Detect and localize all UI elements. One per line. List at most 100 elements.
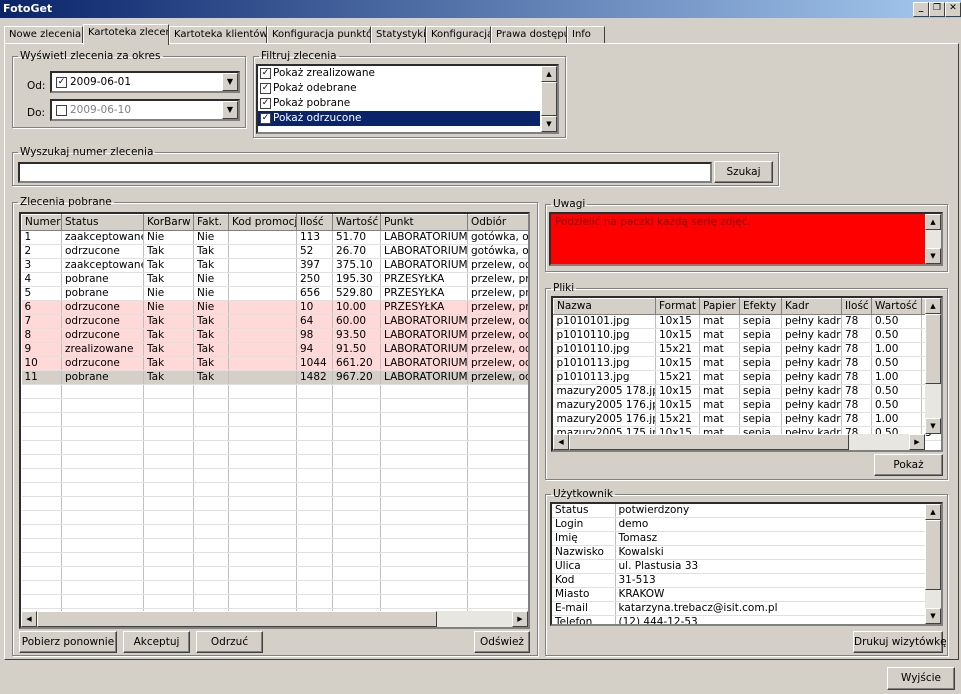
orders-column-header[interactable]: Kod promocji <box>228 214 297 231</box>
table-row[interactable]: p1010110.jpg 15x21 mat sepia pełny kadr 78 1.0… <box>553 342 941 357</box>
list-item[interactable]: Nazwisko Kowalski <box>552 545 928 560</box>
tab-7[interactable]: Info <box>567 26 605 44</box>
table-row[interactable]: 1 zaakceptowane Nie Nie 113 51.70 LABORATORIUM… <box>21 230 528 245</box>
refresh-view-button[interactable]: Odśwież <box>474 631 530 653</box>
minimize-button[interactable]: _ <box>913 2 929 17</box>
orders-column-header[interactable]: Odbiór <box>467 214 528 231</box>
list-item[interactable]: E-mail katarzyna.trebacz@isit.com.pl <box>552 601 928 616</box>
tab-0[interactable]: Nowe zlecenia <box>4 26 83 44</box>
search-button[interactable]: Szukaj <box>714 161 773 183</box>
orders-column-header[interactable]: Wartość <box>332 214 381 231</box>
scroll-down-icon[interactable]: ▼ <box>925 418 941 434</box>
tab-3[interactable]: Konfiguracja punktów <box>267 26 371 44</box>
scroll-up-icon[interactable]: ▲ <box>925 214 941 230</box>
scroll-thumb[interactable] <box>569 434 849 450</box>
scroll-thumb[interactable] <box>541 82 557 116</box>
filter-item[interactable]: ✓ Pokaż odebrane <box>258 81 540 96</box>
scroll-left-icon[interactable]: ◀ <box>21 611 37 627</box>
table-row[interactable]: p1010113.jpg 15x21 mat sepia pełny kadr 78 1.0… <box>553 370 941 385</box>
orders-column-header[interactable]: Numer <box>21 214 62 231</box>
list-item[interactable]: Status potwierdzony <box>552 504 928 518</box>
files-column-header[interactable]: Kadr <box>781 298 842 315</box>
from-date-picker[interactable]: ✓ 2009-06-01 ▼ <box>50 71 240 93</box>
list-item[interactable]: Login demo <box>552 517 928 532</box>
notes-box[interactable]: Podzielić na paczki każdą serię zdjęć. ▲… <box>549 212 943 266</box>
table-row[interactable]: mazury2005 178.jpg 10x15 mat sepia pełny kad… <box>553 384 941 399</box>
scroll-right-icon[interactable]: ▶ <box>909 434 925 450</box>
table-row[interactable]: 9 zrealizowane Tak Tak 94 91.50 LABORATORIUM pr… <box>21 342 528 357</box>
files-column-header[interactable]: Format <box>655 298 700 315</box>
scroll-down-icon[interactable]: ▼ <box>541 116 557 132</box>
filter-item[interactable]: ✓ Pokaż pobrane <box>258 96 540 111</box>
scroll-left-icon[interactable]: ◀ <box>553 434 569 450</box>
scroll-right-icon[interactable]: ▶ <box>512 611 528 627</box>
table-row[interactable]: 2 odrzucone Tak Tak 52 26.70 LABORATORIUM gotów… <box>21 244 528 259</box>
user-vscrollbar[interactable]: ▲ ▼ <box>925 504 941 624</box>
scroll-down-icon[interactable]: ▼ <box>925 248 941 264</box>
files-column-header[interactable]: Papier <box>699 298 740 315</box>
files-vscrollbar[interactable]: ▲ ▼ <box>925 298 941 434</box>
table-row[interactable]: 7 odrzucone Tak Tak 64 60.00 LABORATORIUM przel… <box>21 314 528 329</box>
table-row[interactable]: 6 odrzucone Nie Nie 10 10.00 PRZESYŁKA przelew,… <box>21 300 528 315</box>
exit-button[interactable]: Wyjście <box>887 667 955 690</box>
list-item[interactable]: Miasto KRAKÓW <box>552 587 928 602</box>
tab-4[interactable]: Statystyki <box>371 26 426 44</box>
scroll-down-icon[interactable]: ▼ <box>925 608 941 624</box>
orders-column-header[interactable]: Fakt. <box>193 214 229 231</box>
show-file-button[interactable]: Pokaż <box>874 454 943 476</box>
filter-item[interactable]: ✓ Pokaż odrzucone <box>258 111 540 126</box>
list-item[interactable]: Telefon (12) 444-12-53 <box>552 615 928 624</box>
print-card-button[interactable]: Drukuj wizytówkę <box>853 631 947 653</box>
list-item[interactable]: Kod 31-513 <box>552 573 928 588</box>
filter-scrollbar[interactable]: ▲ ▼ <box>541 66 557 132</box>
filter-checkbox[interactable]: ✓ <box>260 67 271 79</box>
tab-2[interactable]: Kartoteka klientów <box>169 26 267 44</box>
notes-scrollbar[interactable]: ▲ ▼ <box>925 214 941 264</box>
chevron-down-icon[interactable]: ▼ <box>222 101 238 119</box>
orders-column-header[interactable]: Ilość <box>296 214 333 231</box>
filter-item[interactable]: ✓ Pokaż zrealizowane <box>258 66 540 81</box>
table-row[interactable]: 3 zaakceptowane Tak Tak 397 375.10 LABORATORIU… <box>21 258 528 273</box>
refresh-again-button[interactable]: Pobierz ponownie <box>19 631 117 653</box>
orders-column-header[interactable]: Status <box>61 214 144 231</box>
table-row[interactable]: p1010110.jpg 10x15 mat sepia pełny kadr 78 0.5… <box>553 328 941 343</box>
list-item[interactable]: Ulica ul. Plastusia 33 <box>552 559 928 574</box>
table-row[interactable]: 5 pobrane Nie Nie 656 529.80 PRZESYŁKA przelew,… <box>21 286 528 301</box>
orders-column-header[interactable]: KorBarw <box>143 214 194 231</box>
close-button[interactable]: ✕ <box>945 2 961 17</box>
files-hscrollbar[interactable]: ◀ ▶ <box>553 434 925 450</box>
orders-hscrollbar[interactable]: ◀ ▶ <box>21 611 528 627</box>
table-row[interactable]: p1010101.jpg 10x15 mat sepia pełny kadr 78 0.5… <box>553 314 941 329</box>
table-row[interactable]: p1010113.jpg 10x15 mat sepia pełny kadr 78 0.5… <box>553 356 941 371</box>
from-date-checkbox[interactable]: ✓ <box>56 77 67 88</box>
filter-checkbox[interactable]: ✓ <box>260 82 271 94</box>
tab-1[interactable]: Kartoteka zleceń <box>83 24 169 45</box>
scroll-thumb[interactable] <box>37 611 437 627</box>
table-row[interactable]: 4 pobrane Tak Nie 250 195.30 PRZESYŁKA przelew,… <box>21 272 528 287</box>
orders-column-header[interactable]: Punkt <box>380 214 468 231</box>
table-row[interactable]: mazury2005 176.jpg 15x21 mat sepia pełny kad… <box>553 412 941 427</box>
files-column-header[interactable]: Ilość <box>841 298 872 315</box>
scroll-thumb[interactable] <box>925 520 941 590</box>
table-row[interactable]: 11 pobrane Tak Tak 1482 967.20 LABORATORIUM prz… <box>21 370 528 385</box>
table-row[interactable]: mazury2005 176.jpg 10x15 mat sepia pełny kad… <box>553 398 941 413</box>
files-column-header[interactable]: Nazwa <box>553 298 656 315</box>
chevron-down-icon[interactable]: ▼ <box>222 73 238 91</box>
list-item[interactable]: Imię Tomasz <box>552 531 928 546</box>
accept-button[interactable]: Akceptuj <box>123 631 190 653</box>
files-column-header[interactable]: Efekty <box>739 298 782 315</box>
restore-button[interactable]: ❐ <box>929 2 945 17</box>
filter-checkbox[interactable]: ✓ <box>260 97 271 109</box>
scroll-up-icon[interactable]: ▲ <box>925 504 941 520</box>
filter-checkbox[interactable]: ✓ <box>260 112 271 124</box>
search-input[interactable] <box>18 162 712 183</box>
scroll-up-icon[interactable]: ▲ <box>925 298 941 314</box>
files-column-header[interactable]: Wartość <box>871 298 922 315</box>
tab-5[interactable]: Konfiguracja <box>426 26 491 44</box>
to-date-picker[interactable]: 2009-06-10 ▼ <box>50 99 240 121</box>
scroll-up-icon[interactable]: ▲ <box>541 66 557 82</box>
reject-button[interactable]: Odrzuć <box>196 631 263 653</box>
tab-6[interactable]: Prawa dostępu <box>491 26 567 44</box>
table-row[interactable]: 8 odrzucone Tak Tak 98 93.50 LABORATORIUM przel… <box>21 328 528 343</box>
to-date-checkbox[interactable] <box>56 105 67 116</box>
